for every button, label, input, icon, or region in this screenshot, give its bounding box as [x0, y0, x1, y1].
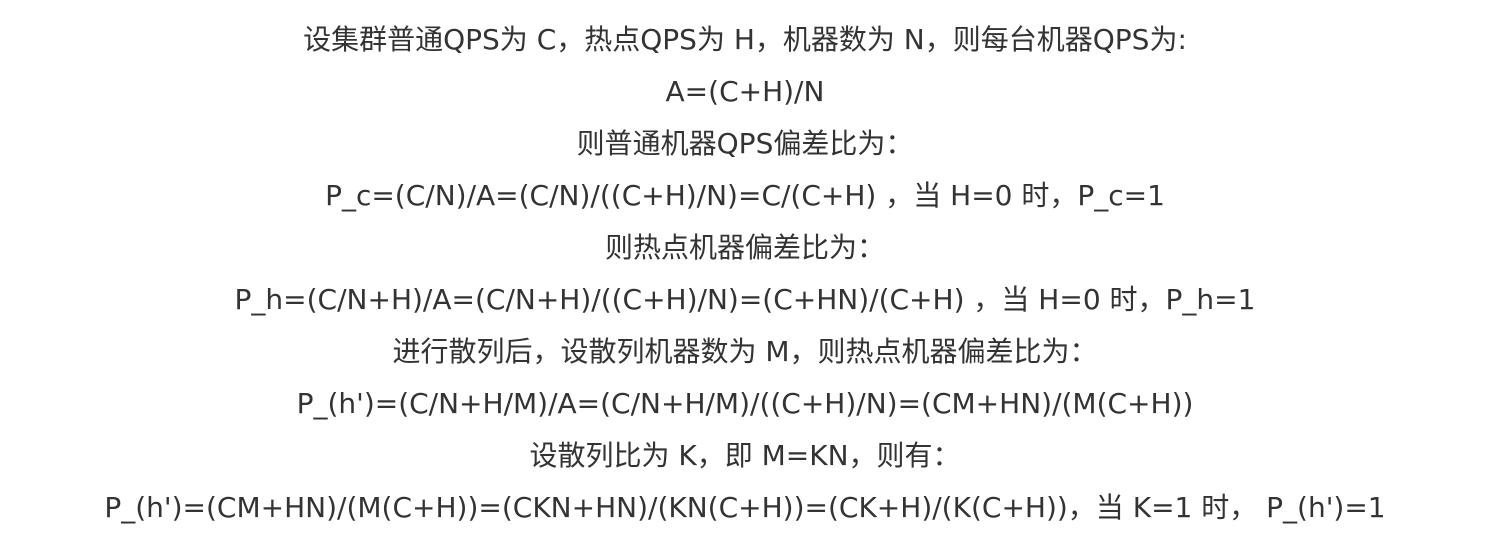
text-line-definition: 设集群普通QPS为 C，热点QPS为 H，机器数为 N，则每台机器QPS为:: [303, 23, 1187, 56]
formula-average-qps: A=(C+H)/N: [665, 75, 825, 108]
text-line-hashing: 进行散列后，设散列机器数为 M，则热点机器偏差比为：: [392, 335, 1098, 368]
text-line-hash-ratio: 设散列比为 K，即 M=KN，则有：: [529, 439, 961, 472]
formula-hotspot-deviation: P_h=(C/N+H)/A=(C/N+H)/((C+H)/N)=(C+HN)/(…: [234, 283, 1256, 316]
formula-normal-deviation: P_c=(C/N)/A=(C/N)/((C+H)/N)=C/(C+H) ，当 H…: [325, 179, 1165, 212]
formula-hashed-deviation: P_(h')=(C/N+H/M)/A=(C/N+H/M)/((C+H)/N)=(…: [296, 387, 1194, 420]
formula-hash-ratio-deviation: P_(h')=(CM+HN)/(M(C+H))=(CKN+HN)/(KN(C+H…: [104, 491, 1386, 524]
document-body: 设集群普通QPS为 C，热点QPS为 H，机器数为 N，则每台机器QPS为: A…: [0, 0, 1490, 544]
text-line-hotspot-deviation: 则热点机器偏差比为：: [604, 231, 885, 264]
text-line-normal-deviation: 则普通机器QPS偏差比为：: [576, 127, 914, 160]
